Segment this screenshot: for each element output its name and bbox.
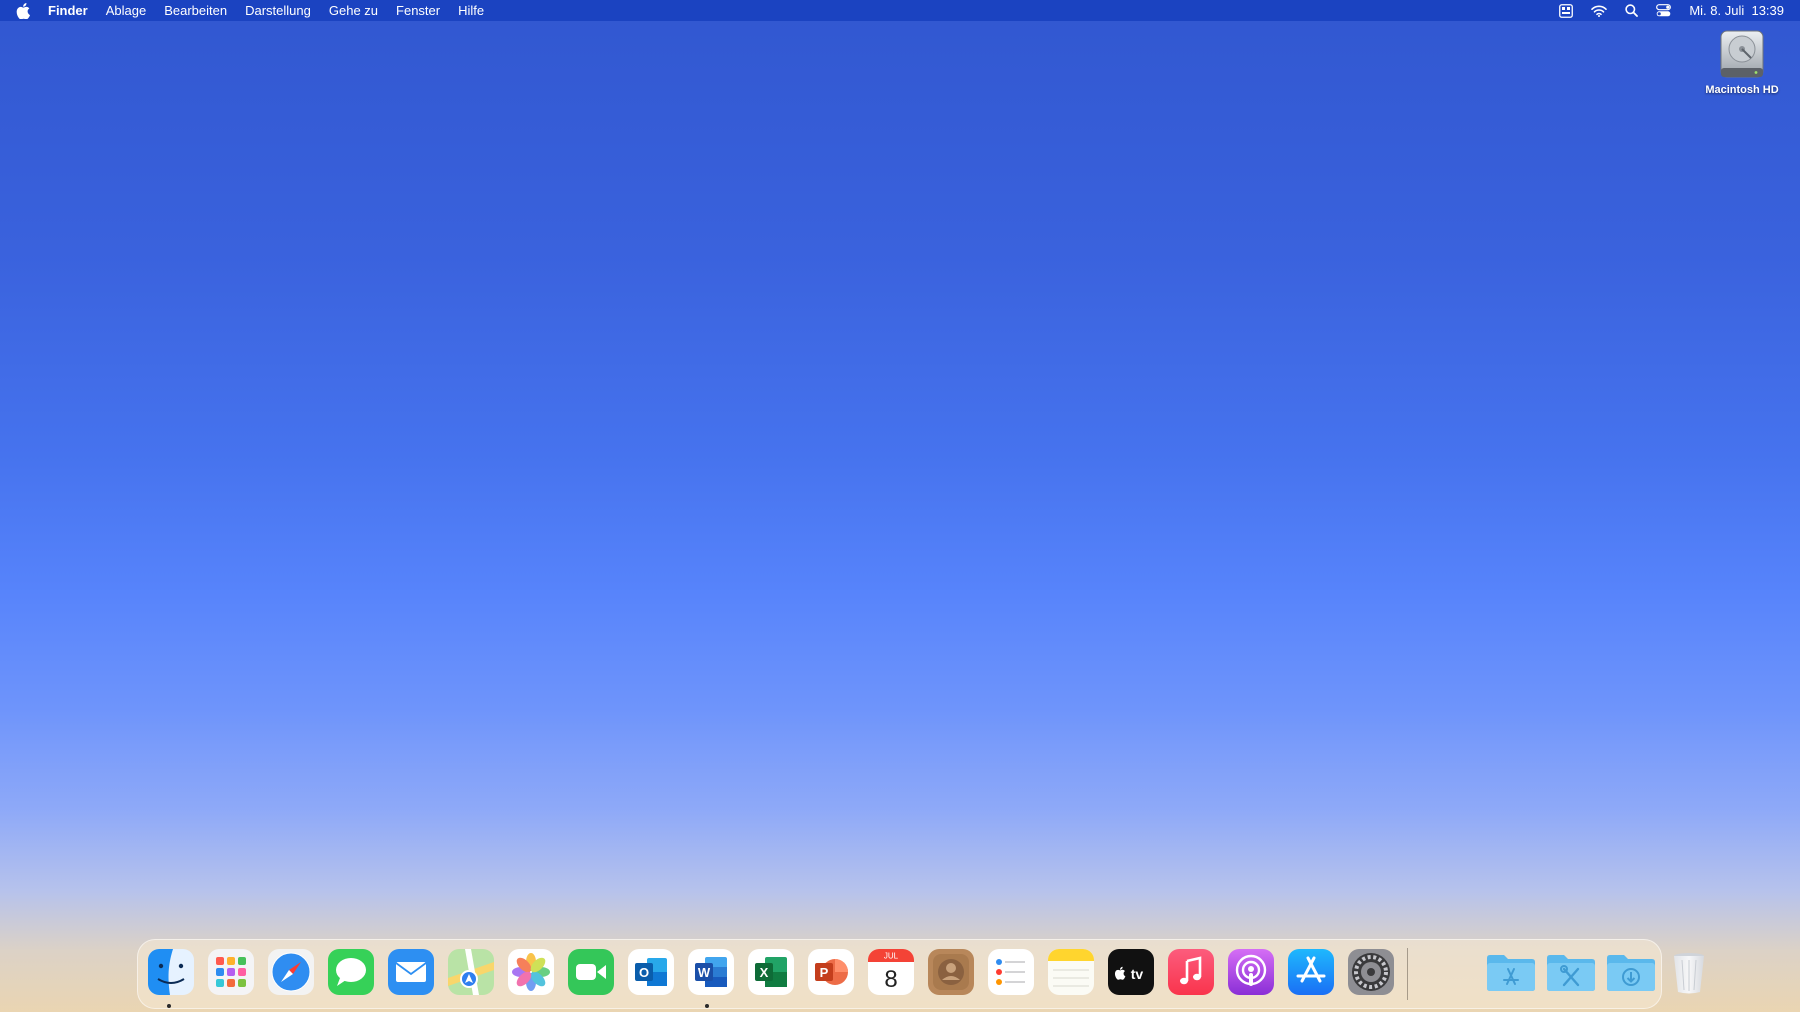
apple-tv-icon: tv [1108, 949, 1154, 995]
calendar-icon: JUL 8 [868, 949, 914, 995]
dock-safari[interactable] [267, 948, 315, 996]
menu-gehe-zu[interactable]: Gehe zu [329, 3, 378, 18]
wifi-icon[interactable] [1591, 5, 1608, 17]
dock-reminders[interactable] [987, 948, 1035, 996]
photos-icon [508, 949, 554, 995]
mail-icon [388, 949, 434, 995]
powerpoint-icon: P [808, 949, 854, 995]
dock-facetime[interactable] [567, 948, 615, 996]
dock-photos[interactable] [507, 948, 555, 996]
safari-icon [268, 949, 314, 995]
dock-powerpoint[interactable]: P [807, 948, 855, 996]
finder-running-indicator [167, 1004, 171, 1008]
dock-outlook[interactable]: O [627, 948, 675, 996]
excel-icon: X [748, 949, 794, 995]
messages-icon [328, 949, 374, 995]
dock-calendar[interactable]: JUL 8 [867, 948, 915, 996]
app-store-icon [1288, 949, 1334, 995]
svg-text:W: W [698, 965, 711, 980]
dock-mail[interactable] [387, 948, 435, 996]
dock-apple-tv[interactable]: tv [1107, 948, 1155, 996]
dock-music[interactable] [1167, 948, 1215, 996]
dock-contacts[interactable] [927, 948, 975, 996]
dock-system-preferences[interactable] [1347, 948, 1395, 996]
apple-logo-icon[interactable] [16, 2, 30, 19]
svg-text:O: O [639, 965, 649, 980]
launchpad-icon [208, 949, 254, 995]
reminders-icon [988, 949, 1034, 995]
podcasts-icon [1228, 949, 1274, 995]
maps-icon [448, 949, 494, 995]
menu-darstellung[interactable]: Darstellung [245, 3, 311, 18]
dock: O W X P JUL 8 tv [137, 939, 1704, 1009]
desktop-icon-label: Macintosh HD [1705, 84, 1779, 96]
system-preferences-icon [1348, 949, 1394, 995]
svg-text:X: X [760, 965, 769, 980]
notes-icon [1048, 949, 1094, 995]
outlook-icon: O [628, 949, 674, 995]
dock-notes[interactable] [1047, 948, 1095, 996]
dock-messages[interactable] [327, 948, 375, 996]
spotlight-search-icon[interactable] [1625, 4, 1639, 17]
facetime-icon [568, 949, 614, 995]
menu-hilfe[interactable]: Hilfe [458, 3, 484, 18]
dock-finder[interactable] [147, 948, 195, 996]
contacts-icon [928, 949, 974, 995]
calendar-day: 8 [884, 966, 897, 993]
menu-finder[interactable]: Finder [48, 3, 88, 18]
dock-podcasts[interactable] [1227, 948, 1275, 996]
dock-applications-folder[interactable] [1485, 948, 1535, 996]
menu-ablage[interactable]: Ablage [106, 3, 146, 18]
menu-fenster[interactable]: Fenster [396, 3, 440, 18]
keyboard-input-icon[interactable] [1559, 3, 1574, 18]
downloads-folder-icon [1607, 955, 1655, 991]
calendar-month: JUL [884, 952, 899, 961]
music-icon [1168, 949, 1214, 995]
menu-bearbeiten[interactable]: Bearbeiten [164, 3, 227, 18]
dock-separator [1407, 948, 1408, 1000]
desktop-icon-macintosh-hd[interactable]: Macintosh HD [1698, 28, 1786, 96]
dock-downloads-folder[interactable] [1605, 948, 1655, 996]
svg-text:P: P [820, 965, 829, 980]
tv-label: tv [1131, 966, 1144, 982]
utilities-folder-icon [1547, 955, 1595, 991]
dock-word[interactable]: W [687, 948, 735, 996]
dock-maps[interactable] [447, 948, 495, 996]
dock-excel[interactable]: X [747, 948, 795, 996]
menu-bar-clock[interactable]: Mi. 8. Juli 13:39 [1689, 3, 1784, 18]
hard-drive-icon [1720, 30, 1764, 78]
word-icon: W [688, 949, 734, 995]
finder-icon [148, 949, 194, 995]
control-center-icon[interactable] [1656, 4, 1672, 17]
menu-bar-right: Mi. 8. Juli 13:39 [1541, 0, 1784, 21]
dock-trash[interactable] [1665, 948, 1713, 996]
applications-folder-icon [1487, 955, 1535, 991]
dock-utilities-folder[interactable] [1545, 948, 1595, 996]
word-running-indicator [705, 1004, 709, 1008]
menu-bar-left: Finder Ablage Bearbeiten Darstellung Geh… [16, 0, 502, 21]
dock-app-store[interactable] [1287, 948, 1335, 996]
menu-bar: Finder Ablage Bearbeiten Darstellung Geh… [0, 0, 1800, 21]
trash-icon [1674, 953, 1704, 994]
dock-launchpad[interactable] [207, 948, 255, 996]
